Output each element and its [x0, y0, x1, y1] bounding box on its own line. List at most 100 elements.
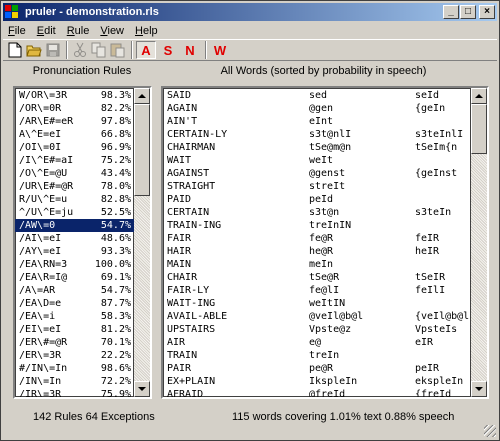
- maximize-button[interactable]: □: [460, 5, 476, 19]
- rule-row[interactable]: #/IN\=In 98.6%: [15, 362, 134, 375]
- menu-file[interactable]: File: [3, 25, 32, 37]
- pronunciation-actual: @freId: [309, 389, 346, 397]
- word-text: CERTAIN-LY: [167, 129, 228, 140]
- save-icon[interactable]: [44, 41, 62, 59]
- pronunciation-actual: sed: [309, 90, 328, 101]
- rule-row[interactable]: /I\^E#=aI 75.2%: [15, 154, 134, 167]
- rule-row[interactable]: R/U\^E=u 82.8%: [15, 193, 134, 206]
- pronunciation-predicted: feIR: [415, 233, 440, 244]
- word-row[interactable]: AVAIL-ABLE @veIl@b@l {veIl@b@l: [163, 310, 471, 323]
- close-button[interactable]: ×: [479, 5, 495, 19]
- rule-row[interactable]: /EA\R=I@ 69.1%: [15, 271, 134, 284]
- rules-header: Pronunciation Rules: [32, 65, 132, 77]
- rule-row[interactable]: /A\=AR 54.7%: [15, 284, 134, 297]
- rule-row[interactable]: /IR\=3R 75.9%: [15, 388, 134, 397]
- copy-icon[interactable]: [90, 41, 108, 59]
- cut-icon[interactable]: [71, 41, 89, 59]
- word-row[interactable]: FAIR fe@R feIR: [163, 232, 471, 245]
- word-row[interactable]: AGAINST @genst {geInst: [163, 167, 471, 180]
- rule-row[interactable]: /EA\RN=3 100.0%: [15, 258, 134, 271]
- scroll-down-button[interactable]: [134, 381, 150, 397]
- paste-icon[interactable]: [109, 41, 127, 59]
- rule-row[interactable]: /OI\=0I 96.9%: [15, 141, 134, 154]
- word-row[interactable]: PAIR pe@R peIR: [163, 362, 471, 375]
- rule-percent: 48.6%: [100, 233, 131, 244]
- rule-pattern: R/U\^E=u: [19, 194, 68, 205]
- word-row[interactable]: AIN'T eInt: [163, 115, 471, 128]
- rule-row[interactable]: /ER\=3R 22.2%: [15, 349, 134, 362]
- rule-row[interactable]: /AW\=0 54.7%: [15, 219, 134, 232]
- word-text: EX+PLAIN: [167, 376, 216, 387]
- rule-row[interactable]: /OR\=0R 82.2%: [15, 102, 134, 115]
- word-text: MAIN: [167, 259, 192, 270]
- rule-row[interactable]: A\^E=eI 66.8%: [15, 128, 134, 141]
- scroll-thumb[interactable]: [134, 104, 150, 196]
- mode-n-button[interactable]: N: [180, 41, 200, 59]
- resize-grip[interactable]: [484, 425, 496, 437]
- pronunciation-predicted: VpsteIs: [415, 324, 458, 335]
- rule-row[interactable]: W/OR\=3R 98.3%: [15, 89, 134, 102]
- pronunciation-actual: streIt: [309, 181, 346, 192]
- menu-view[interactable]: View: [95, 25, 130, 37]
- word-row[interactable]: SAID sed seId: [163, 89, 471, 102]
- word-row[interactable]: STRAIGHT streIt: [163, 180, 471, 193]
- rule-row[interactable]: /AR\E#=eR 97.8%: [15, 115, 134, 128]
- word-row[interactable]: UPSTAIRS Vpste@z VpsteIs: [163, 323, 471, 336]
- word-row[interactable]: WAIT-ING weItIN: [163, 297, 471, 310]
- rules-scrollbar[interactable]: [134, 88, 150, 397]
- scroll-thumb[interactable]: [471, 104, 487, 154]
- rule-row[interactable]: /AI\=eI 48.6%: [15, 232, 134, 245]
- rule-percent: 22.2%: [100, 350, 131, 361]
- word-row[interactable]: TRAIN treIn: [163, 349, 471, 362]
- word-row[interactable]: FAIR-LY fe@lI feIlI: [163, 284, 471, 297]
- word-row[interactable]: HAIR he@R heIR: [163, 245, 471, 258]
- word-row[interactable]: PAID peId: [163, 193, 471, 206]
- menu-help[interactable]: Help: [130, 25, 164, 37]
- rule-row[interactable]: /EA\D=e 87.7%: [15, 297, 134, 310]
- rule-row[interactable]: /EI\=eI 81.2%: [15, 323, 134, 336]
- words-scrollbar[interactable]: [471, 88, 487, 397]
- minimize-button[interactable]: _: [443, 5, 459, 19]
- rule-row[interactable]: /AY\=eI 93.3%: [15, 245, 134, 258]
- word-row[interactable]: WAIT weIt: [163, 154, 471, 167]
- scroll-up-button[interactable]: [471, 88, 487, 104]
- word-row[interactable]: MAIN meIn: [163, 258, 471, 271]
- scroll-down-button[interactable]: [471, 381, 487, 397]
- rule-percent: 78.0%: [100, 181, 131, 192]
- scroll-up-button[interactable]: [134, 88, 150, 104]
- menu-rule[interactable]: Rule: [62, 25, 96, 37]
- pronunciation-predicted: s3teInlI: [415, 129, 464, 140]
- mode-s-button[interactable]: S: [158, 41, 178, 59]
- rule-row[interactable]: /O\^E=@U 43.4%: [15, 167, 134, 180]
- word-row[interactable]: TRAIN-ING treInIN: [163, 219, 471, 232]
- rule-row[interactable]: /EA\=i 58.3%: [15, 310, 134, 323]
- rule-row[interactable]: ^/U\^E=ju 52.5%: [15, 206, 134, 219]
- words-listbox[interactable]: SAID sed seId AGAIN @gen {geIn AIN'T eInt CERTAI…: [161, 86, 489, 399]
- word-row[interactable]: AIR e@ eIR: [163, 336, 471, 349]
- rule-row[interactable]: /UR\E#=@R 78.0%: [15, 180, 134, 193]
- open-folder-icon[interactable]: [25, 41, 43, 59]
- mode-w-button[interactable]: W: [210, 41, 230, 59]
- rule-row[interactable]: /IN\=In 72.2%: [15, 375, 134, 388]
- title-bar[interactable]: pruler - demonstration.rls _ □ ×: [3, 3, 497, 21]
- word-row[interactable]: AGAIN @gen {geIn: [163, 102, 471, 115]
- pronunciation-predicted: feIlI: [415, 285, 446, 296]
- rule-pattern: /ER\#=@R: [19, 337, 68, 348]
- word-row[interactable]: CHAIRMAN tSe@m@n tSeIm{n: [163, 141, 471, 154]
- arrow-up-icon: [475, 94, 483, 98]
- menu-edit[interactable]: Edit: [32, 25, 62, 37]
- rule-row[interactable]: /ER\#=@R 70.1%: [15, 336, 134, 349]
- new-file-icon[interactable]: [6, 41, 24, 59]
- toolbar-separator: [205, 41, 207, 59]
- pronunciation-actual: Vpste@z: [309, 324, 352, 335]
- word-row[interactable]: CHAIR tSe@R tSeIR: [163, 271, 471, 284]
- word-row[interactable]: CERTAIN-LY s3t@nlI s3teInlI: [163, 128, 471, 141]
- pronunciation-actual: pe@R: [309, 363, 334, 374]
- rules-listbox[interactable]: W/OR\=3R 98.3%/OR\=0R 82.2%/AR\E#=eR 97.8% A…: [13, 86, 152, 399]
- arrow-down-icon: [475, 387, 483, 391]
- word-row[interactable]: CERTAIN s3t@n s3teIn: [163, 206, 471, 219]
- word-row[interactable]: AFRAID @freId {freId: [163, 388, 471, 397]
- rule-pattern: /AR\E#=eR: [19, 116, 74, 127]
- mode-a-button[interactable]: A: [136, 41, 156, 59]
- word-row[interactable]: EX+PLAIN IkspleIn ekspleIn: [163, 375, 471, 388]
